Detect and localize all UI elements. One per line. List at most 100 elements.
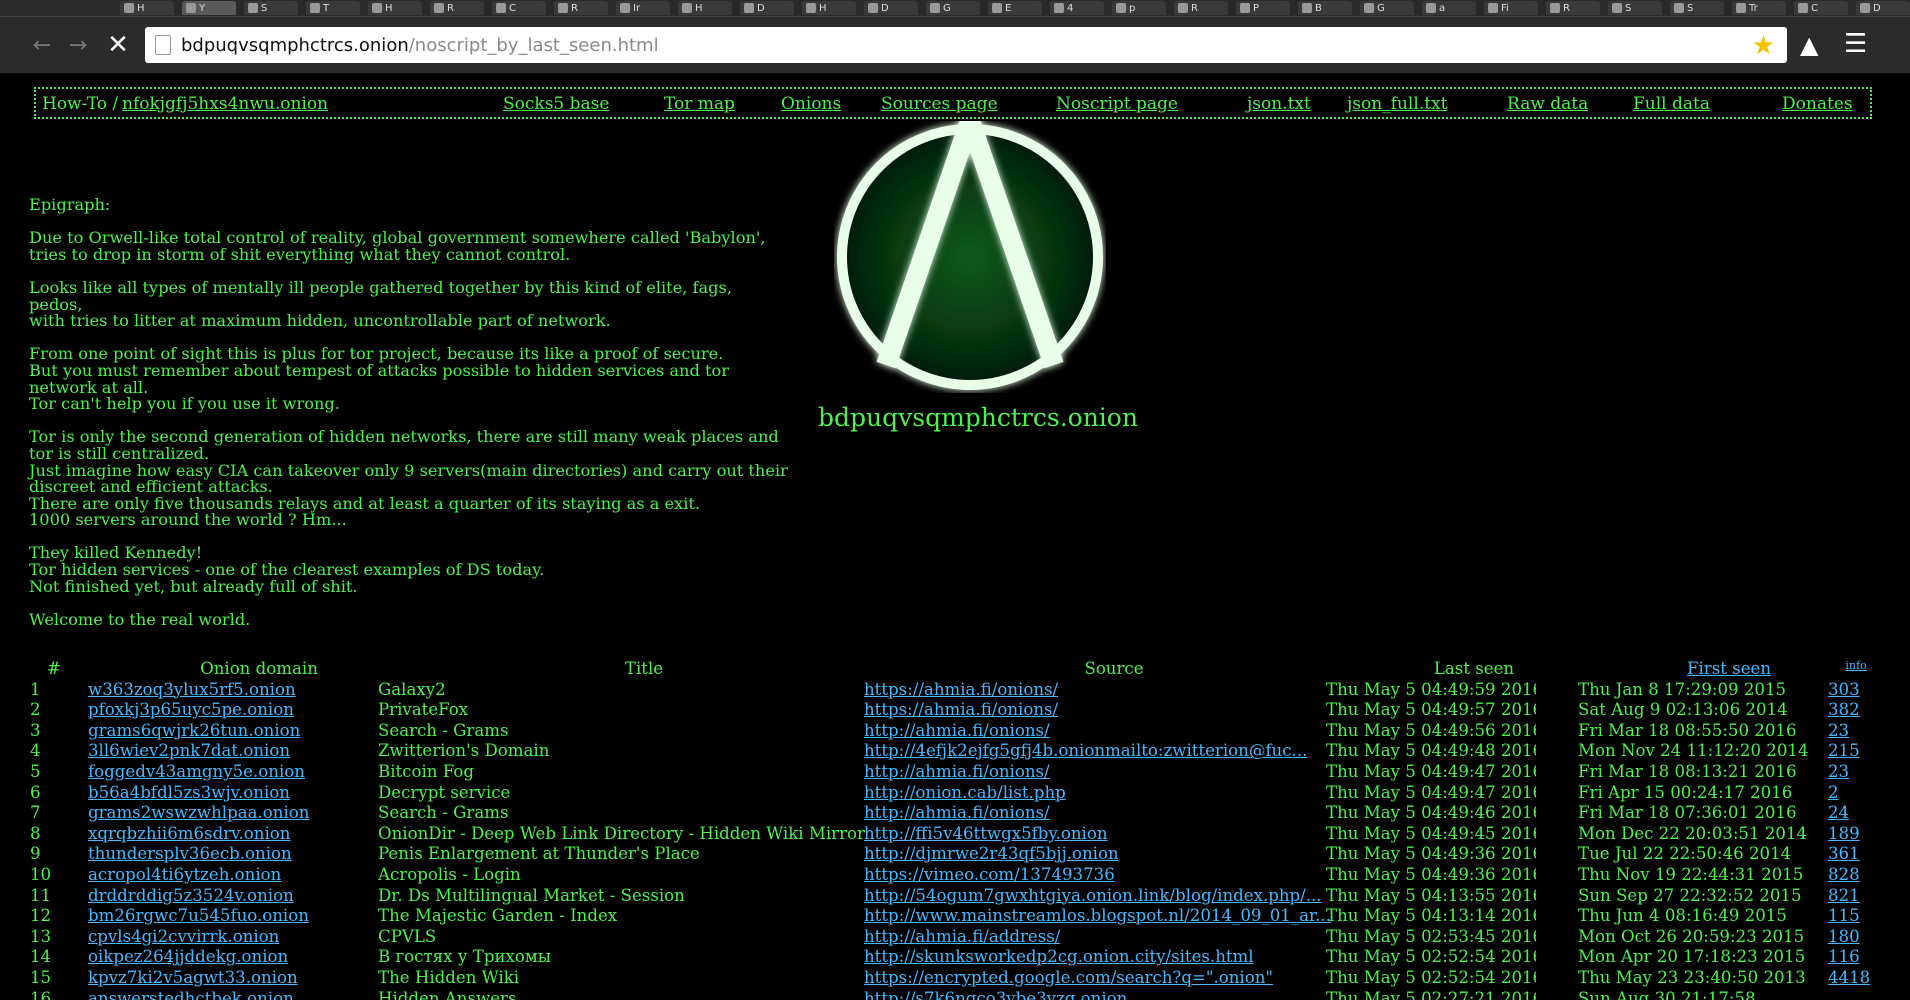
nav-link-tor-map[interactable]: Tor map [664, 94, 735, 114]
browser-tab[interactable]: B [1298, 1, 1352, 15]
onion-domain-link[interactable]: grams6qwjrk26tun.onion [88, 721, 316, 740]
browser-tab[interactable]: R [430, 1, 484, 15]
browser-tab[interactable]: p [1112, 1, 1166, 15]
browser-tab[interactable]: H [678, 1, 732, 15]
nav-link-sources[interactable]: Sources page [881, 94, 998, 114]
source-link[interactable]: http://ahmia.fi/onions/ [864, 803, 1334, 822]
header-last-seen[interactable]: Last seen [1414, 659, 1534, 678]
count-link[interactable]: 361 [1828, 844, 1878, 863]
count-link[interactable]: 821 [1828, 886, 1878, 905]
browser-tab[interactable]: Y [182, 1, 236, 15]
browser-tab[interactable]: G [1360, 1, 1414, 15]
source-link[interactable]: http://www.mainstreamlos.blogspot.nl/201… [864, 906, 1334, 925]
browser-tab[interactable]: H [368, 1, 422, 15]
source-link[interactable]: https://vimeo.com/137493736 [864, 865, 1334, 884]
count-link[interactable]: 116 [1828, 947, 1878, 966]
onion-domain-link[interactable]: foggedv43amgny5e.onion [88, 762, 316, 781]
count-link[interactable]: 115 [1828, 906, 1878, 925]
onion-domain-link[interactable]: answerstedhctbek.onion [88, 989, 316, 1000]
stop-loading-icon[interactable]: ✕ [104, 30, 132, 60]
browser-tab[interactable]: H [120, 1, 174, 15]
source-link[interactable]: https://ahmia.fi/onions/ [864, 680, 1334, 699]
browser-tab[interactable]: S [1608, 1, 1662, 15]
browser-tab[interactable]: D [1856, 1, 1910, 15]
onion-domain-link[interactable]: pfoxkj3p65uyc5pe.onion [88, 700, 316, 719]
browser-tab[interactable]: S [1670, 1, 1724, 15]
header-domain[interactable]: Onion domain [144, 659, 374, 678]
browser-tab[interactable]: 4 [1050, 1, 1104, 15]
browser-tab[interactable]: G [926, 1, 980, 15]
onion-domain-link[interactable]: grams2wswzwhlpaa.onion [88, 803, 316, 822]
count-link[interactable]: 23 [1828, 721, 1878, 740]
nav-link-raw-data[interactable]: Raw data [1507, 94, 1588, 114]
browser-tab[interactable]: Ir [616, 1, 670, 15]
header-count[interactable]: info [1836, 659, 1876, 672]
browser-tab[interactable]: Fi [1484, 1, 1538, 15]
browser-tab[interactable]: E [988, 1, 1042, 15]
browser-tab[interactable]: H [802, 1, 856, 15]
count-link[interactable]: 828 [1828, 865, 1878, 884]
browser-tab[interactable]: S [244, 1, 298, 15]
source-link[interactable]: https://ahmia.fi/onions/ [864, 700, 1334, 719]
browser-tab[interactable]: R [554, 1, 608, 15]
browser-tab[interactable]: D [740, 1, 794, 15]
count-link[interactable]: 4418 [1828, 968, 1878, 987]
browser-tab[interactable]: P [1236, 1, 1290, 15]
onion-domain-link[interactable]: oikpez264jjddekg.onion [88, 947, 316, 966]
back-arrow-icon[interactable]: ← [28, 31, 56, 59]
nav-link-onions[interactable]: Onions [781, 94, 841, 114]
source-link[interactable]: http://ffi5v46ttwgx5fby.onion [864, 824, 1334, 843]
source-link[interactable]: http://ahmia.fi/onions/ [864, 721, 1334, 740]
onion-domain-link[interactable]: b56a4bfdl5zs3wjv.onion [88, 783, 316, 802]
browser-tab[interactable]: R [1546, 1, 1600, 15]
count-link[interactable]: 24 [1828, 803, 1878, 822]
source-link[interactable]: https://encrypted.google.com/search?q=".… [864, 968, 1334, 987]
onion-domain-link[interactable]: drddrddig5z3524v.onion [88, 886, 316, 905]
nav-link-mirror[interactable]: nfokjgfj5hxs4nwu.onion [122, 94, 328, 114]
browser-tab[interactable]: T [306, 1, 360, 15]
bookmark-star-icon[interactable]: ★ [1752, 31, 1775, 61]
header-source[interactable]: Source [1034, 659, 1194, 678]
onion-domain-link[interactable]: bm26rgwc7u545fuo.onion [88, 906, 316, 925]
onion-domain-link[interactable]: 3ll6wiev2pnk7dat.onion [88, 741, 316, 760]
source-link[interactable]: http://4efjk2ejfg5gfj4b.onionmailto:zwit… [864, 741, 1334, 760]
count-link[interactable]: 180 [1828, 927, 1878, 946]
count-link[interactable]: 215 [1828, 741, 1878, 760]
source-link[interactable]: http://onion.cab/list.php [864, 783, 1334, 802]
browser-tab[interactable]: Tr [1732, 1, 1786, 15]
source-link[interactable]: http://s7k6nqco3vbe3vzq.onion [864, 989, 1334, 1000]
source-link[interactable]: http://54ogum7gwxhtgiya.onion.link/blog/… [864, 886, 1334, 905]
onion-domain-link[interactable]: kpvz7ki2v5agwt33.onion [88, 968, 316, 987]
count-link[interactable]: 303 [1828, 680, 1878, 699]
source-link[interactable]: http://djmrwe2r43qf5bjj.onion [864, 844, 1334, 863]
count-link[interactable]: 382 [1828, 700, 1878, 719]
onion-domain-link[interactable]: xqrqbzhii6m6sdrv.onion [88, 824, 316, 843]
source-link[interactable]: http://skunksworkedp2cg.onion.city/sites… [864, 947, 1334, 966]
count-link[interactable]: 2 [1828, 783, 1878, 802]
nav-link-json[interactable]: json.txt [1247, 94, 1311, 114]
extension-puzzle-icon[interactable]: ▲ [1800, 31, 1818, 59]
forward-arrow-icon[interactable]: → [64, 31, 92, 59]
address-bar[interactable]: bdpuqvsqmphctrcs.onion/noscript_by_last_… [145, 27, 1787, 63]
onion-domain-link[interactable]: acropol4ti6ytzeh.onion [88, 865, 316, 884]
count-link[interactable]: 189 [1828, 824, 1878, 843]
nav-link-socks5[interactable]: Socks5 base [503, 94, 609, 114]
count-link[interactable]: 23 [1828, 762, 1878, 781]
onion-domain-link[interactable]: thundersplv36ecb.onion [88, 844, 316, 863]
nav-link-noscript[interactable]: Noscript page [1056, 94, 1178, 114]
header-title[interactable]: Title [564, 659, 724, 678]
nav-link-full-data[interactable]: Full data [1633, 94, 1710, 114]
nav-link-donates[interactable]: Donates [1782, 94, 1853, 114]
onion-domain-link[interactable]: cpvls4gi2cvvirrk.onion [88, 927, 316, 946]
browser-tab[interactable]: C [492, 1, 546, 15]
source-link[interactable]: http://ahmia.fi/onions/ [864, 762, 1334, 781]
nav-link-json-full[interactable]: json_full.txt [1347, 94, 1447, 114]
browser-tab[interactable]: D [864, 1, 918, 15]
onion-domain-link[interactable]: w363zoq3ylux5rf5.onion [88, 680, 316, 699]
browser-tab[interactable]: R [1174, 1, 1228, 15]
browser-tab[interactable]: C [1794, 1, 1848, 15]
browser-tab[interactable]: a [1422, 1, 1476, 15]
menu-hamburger-icon[interactable]: ☰ [1844, 29, 1867, 59]
source-link[interactable]: http://ahmia.fi/address/ [864, 927, 1334, 946]
header-first-seen[interactable]: First seen [1654, 659, 1804, 678]
